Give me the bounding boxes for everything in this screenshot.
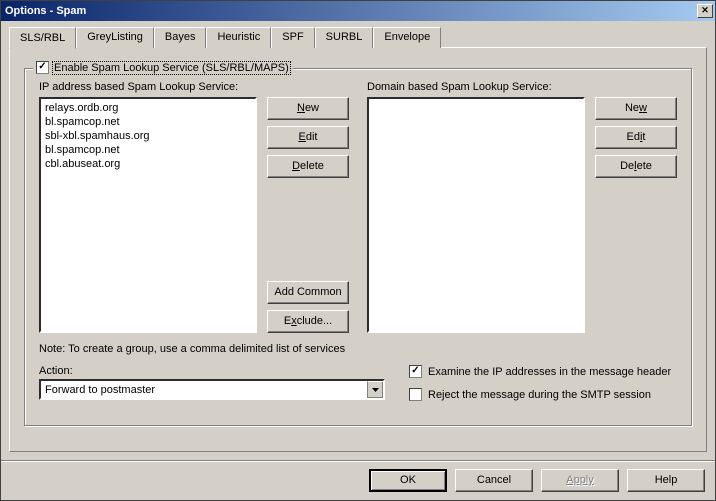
tab-greylisting[interactable]: GreyListing — [76, 27, 154, 48]
ip-listbox[interactable]: relays.ordb.org bl.spamcop.net sbl-xbl.s… — [39, 97, 257, 333]
enable-sls-legend[interactable]: Enable Spam Lookup Service (SLS/RBL/MAPS… — [33, 61, 293, 74]
ok-button[interactable]: OK — [369, 469, 447, 492]
ip-list-label: IP address based Spam Lookup Service: — [39, 81, 349, 93]
list-item[interactable]: sbl-xbl.spamhaus.org — [45, 129, 251, 143]
domain-new-button[interactable]: New — [595, 97, 677, 120]
action-dropdown[interactable]: Forward to postmaster — [39, 379, 385, 400]
list-item[interactable]: relays.ordb.org — [45, 101, 251, 115]
sls-fieldset: Enable Spam Lookup Service (SLS/RBL/MAPS… — [24, 68, 692, 426]
dialog-footer: OK Cancel Apply Help — [1, 460, 715, 500]
close-icon[interactable]: ✕ — [697, 4, 713, 18]
titlebar[interactable]: Options - Spam ✕ — [1, 1, 715, 21]
examine-row[interactable]: Examine the IP addresses in the message … — [409, 365, 671, 378]
enable-sls-checkbox[interactable] — [36, 61, 49, 74]
domain-edit-button[interactable]: Edit — [595, 126, 677, 149]
ip-edit-button[interactable]: Edit — [267, 126, 349, 149]
examine-checkbox[interactable] — [409, 365, 422, 378]
reject-checkbox[interactable] — [409, 388, 422, 401]
tab-spf[interactable]: SPF — [271, 27, 314, 48]
chevron-down-icon[interactable] — [367, 381, 383, 398]
ip-column: IP address based Spam Lookup Service: re… — [39, 81, 349, 333]
tab-surbl[interactable]: SURBL — [315, 27, 374, 48]
tab-sls-rbl[interactable]: SLS/RBL — [9, 27, 76, 49]
domain-column: Domain based Spam Lookup Service: New Ed… — [367, 81, 677, 333]
list-item[interactable]: cbl.abuseat.org — [45, 157, 251, 171]
tab-bayes[interactable]: Bayes — [154, 27, 207, 48]
ip-new-button[interactable]: New — [267, 97, 349, 120]
options-window: Options - Spam ✕ SLS/RBL GreyListing Bay… — [0, 0, 716, 501]
ip-exclude-button[interactable]: Exclude... — [267, 310, 349, 333]
domain-delete-button[interactable]: Delete — [595, 155, 677, 178]
tab-panel: Enable Spam Lookup Service (SLS/RBL/MAPS… — [9, 47, 707, 452]
cancel-button[interactable]: Cancel — [455, 469, 533, 492]
option-checks: Examine the IP addresses in the message … — [409, 365, 671, 411]
client-area: SLS/RBL GreyListing Bayes Heuristic SPF … — [1, 21, 715, 460]
list-item[interactable]: bl.spamcop.net — [45, 115, 251, 129]
tabstrip: SLS/RBL GreyListing Bayes Heuristic SPF … — [9, 27, 707, 48]
list-item[interactable]: bl.spamcop.net — [45, 143, 251, 157]
reject-label: Reject the message during the SMTP sessi… — [428, 389, 651, 401]
apply-button[interactable]: Apply — [541, 469, 619, 492]
enable-sls-label: Enable Spam Lookup Service (SLS/RBL/MAPS… — [53, 62, 290, 74]
action-label: Action: — [39, 365, 385, 377]
ip-add-common-button[interactable]: Add Common — [267, 281, 349, 304]
ip-delete-button[interactable]: Delete — [267, 155, 349, 178]
examine-label: Examine the IP addresses in the message … — [428, 366, 671, 378]
domain-list-label: Domain based Spam Lookup Service: — [367, 81, 677, 93]
tab-envelope[interactable]: Envelope — [373, 27, 441, 48]
group-note: Note: To create a group, use a comma del… — [39, 343, 677, 355]
window-title: Options - Spam — [5, 5, 86, 17]
tab-heuristic[interactable]: Heuristic — [206, 27, 271, 48]
action-value: Forward to postmaster — [41, 384, 367, 396]
help-button[interactable]: Help — [627, 469, 705, 492]
reject-row[interactable]: Reject the message during the SMTP sessi… — [409, 388, 671, 401]
domain-listbox[interactable] — [367, 97, 585, 333]
